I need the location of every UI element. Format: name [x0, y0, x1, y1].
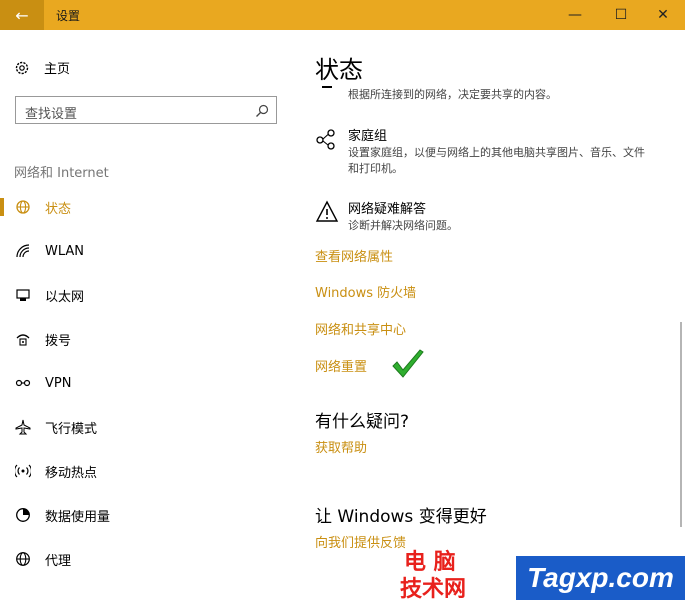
sharing-center-link[interactable]: 网络和共享中心: [315, 319, 406, 338]
data-usage-icon: [15, 507, 31, 523]
home-nav-item[interactable]: 主页: [14, 58, 70, 77]
minimize-icon: —: [568, 7, 582, 23]
back-button[interactable]: ←: [0, 0, 44, 30]
maximize-icon: ☐: [614, 7, 628, 23]
search-placeholder: 查找设置: [25, 107, 78, 122]
questions-heading: 有什么疑问?: [315, 412, 410, 432]
network-reset-link[interactable]: 网络重置: [315, 356, 367, 375]
globe-icon: [15, 551, 31, 567]
title-bar: ← 设置 — ☐ ✕: [0, 0, 685, 30]
firewall-link[interactable]: Windows 防火墙: [315, 282, 416, 301]
homegroup-desc: 设置家庭组，以便与网络上的其他电脑共享图片、音乐、文件和打印机。: [348, 146, 645, 175]
sidebar-item-label: 状态: [45, 201, 72, 217]
warning-icon: [315, 200, 339, 224]
watermark-en: Tagxp.com: [516, 556, 685, 600]
airplane-icon: [15, 419, 31, 435]
network-properties-link[interactable]: 查看网络属性: [315, 246, 393, 265]
close-button[interactable]: ✕: [641, 0, 685, 30]
sharing-description: 根据所连接到的网络，决定要共享的内容。: [348, 88, 557, 101]
vpn-icon: [15, 375, 31, 391]
sidebar-item-label: 代理: [45, 553, 72, 569]
minimize-button[interactable]: —: [553, 0, 597, 30]
section-label: 网络和 Internet: [14, 166, 109, 181]
search-icon: [255, 103, 269, 122]
ethernet-icon: [15, 287, 31, 303]
search-input[interactable]: 查找设置: [15, 96, 277, 124]
close-icon: ✕: [657, 7, 669, 23]
checkmark-icon: [390, 348, 426, 382]
sidebar-item-dialup[interactable]: 拨号: [0, 321, 300, 357]
sidebar-item-label: 拨号: [45, 333, 72, 349]
sidebar-item-data-usage[interactable]: 数据使用量: [0, 497, 300, 533]
page-title: 状态: [315, 56, 363, 84]
dialup-icon: [15, 331, 31, 347]
sidebar-item-ethernet[interactable]: 以太网: [0, 277, 300, 313]
troubleshoot-title: 网络疑难解答: [348, 202, 427, 217]
hotspot-icon: [15, 463, 31, 479]
gear-icon: [14, 60, 30, 76]
sidebar-item-hotspot[interactable]: 移动热点: [0, 453, 300, 489]
sidebar-item-wlan[interactable]: WLAN: [0, 233, 300, 269]
active-indicator: [0, 198, 4, 216]
maximize-button[interactable]: ☐: [599, 0, 643, 30]
status-globe-icon: [15, 199, 31, 215]
sidebar-item-status[interactable]: 状态: [0, 189, 300, 225]
back-arrow-icon: ←: [15, 5, 29, 25]
sidebar-item-label: 移动热点: [45, 465, 98, 481]
sidebar-item-label: 数据使用量: [45, 509, 111, 525]
wifi-icon: [15, 243, 31, 259]
troubleshoot-desc: 诊断并解决网络问题。: [348, 219, 458, 232]
partial-icon: [322, 86, 332, 88]
watermark-logo: 电 脑 技术网 Tagxp.com: [400, 550, 685, 607]
sidebar-item-vpn[interactable]: VPN: [0, 365, 300, 401]
sidebar-item-proxy[interactable]: 代理: [0, 541, 300, 577]
sidebar-item-label: 以太网: [45, 289, 85, 305]
scrollbar[interactable]: [680, 322, 682, 527]
get-help-link[interactable]: 获取帮助: [315, 437, 367, 456]
homegroup-title: 家庭组: [348, 129, 388, 144]
window-title: 设置: [56, 9, 81, 23]
sidebar-item-label: WLAN: [45, 243, 85, 259]
feedback-link[interactable]: 向我们提供反馈: [315, 532, 406, 551]
feedback-heading: 让 Windows 变得更好: [315, 507, 487, 527]
sidebar-item-label: VPN: [45, 375, 72, 391]
sidebar-item-airplane[interactable]: 飞行模式: [0, 409, 300, 445]
watermark-cn-line2: 技术网: [400, 577, 467, 602]
homegroup-icon: [315, 127, 339, 151]
home-label: 主页: [44, 62, 71, 77]
watermark-cn-line1: 电 脑: [404, 550, 456, 575]
sidebar-item-label: 飞行模式: [45, 421, 98, 437]
